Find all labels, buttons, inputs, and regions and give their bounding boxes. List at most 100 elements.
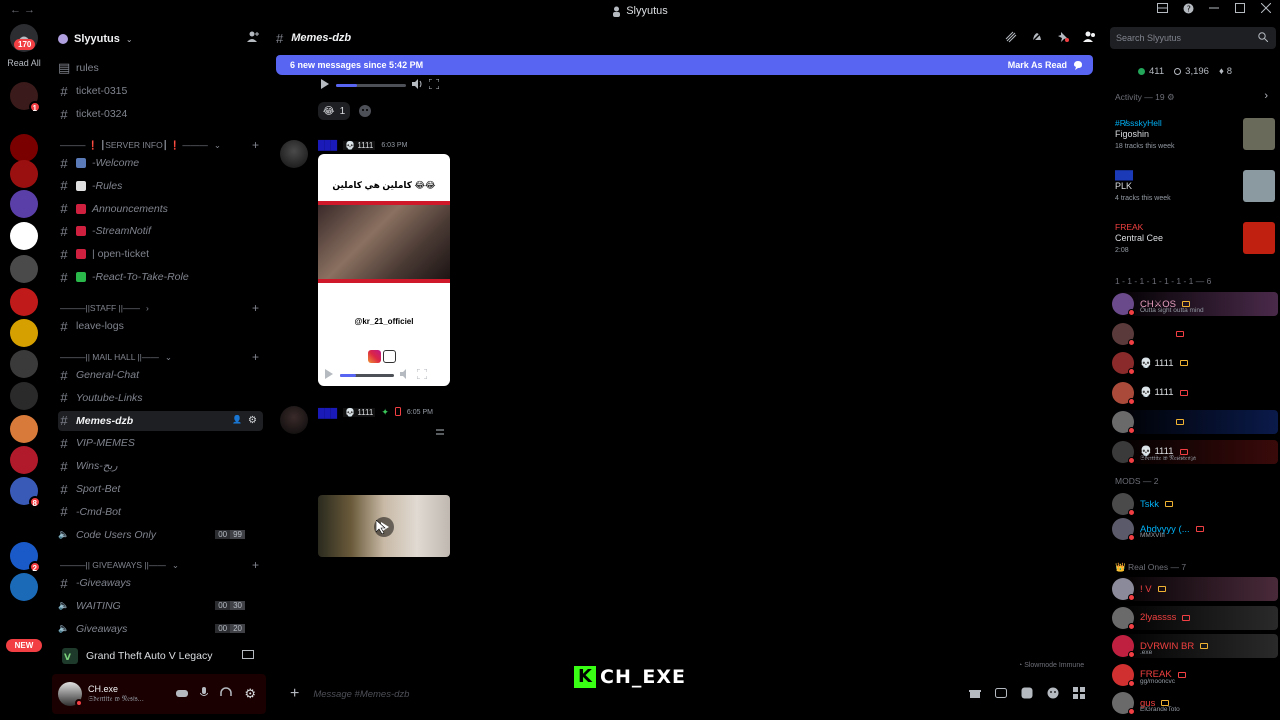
server-icon[interactable] — [10, 350, 38, 378]
channel-item[interactable]: # -Cmd-Bot — [58, 502, 263, 522]
notification-bell-muted-icon[interactable] — [1031, 30, 1043, 46]
settings-gear-icon[interactable]: ⚙ — [244, 686, 256, 702]
message-avatar[interactable] — [280, 406, 308, 434]
server-icon[interactable] — [10, 222, 38, 250]
server-icon[interactable] — [10, 255, 38, 283]
message-input[interactable] — [313, 688, 614, 700]
channel-item[interactable]: # -Welcome — [58, 153, 263, 173]
server-icon[interactable] — [10, 160, 38, 188]
channel-item[interactable]: 🔈 WAITING 00 30 — [58, 596, 263, 616]
new-messages-banner[interactable]: 6 new messages since 5:42 PM Mark As Rea… — [276, 55, 1093, 75]
gear-icon[interactable]: ⚙ — [248, 415, 257, 426]
add-member-icon[interactable] — [247, 31, 259, 45]
volume-icon[interactable] — [400, 368, 411, 382]
upload-plus-icon[interactable]: + — [290, 685, 299, 703]
add-reaction-icon[interactable] — [358, 104, 372, 118]
member-list-icon[interactable] — [1083, 31, 1096, 46]
member-item[interactable]: 💀 1111 — [1112, 381, 1278, 405]
stream-game-icon[interactable] — [242, 649, 254, 663]
apps-icon[interactable] — [1073, 686, 1085, 702]
activity-card[interactable]: ███ PLK 4 tracks this week — [1115, 170, 1275, 214]
maximize-icon[interactable] — [1234, 2, 1246, 14]
channel-item[interactable]: # -Rules — [58, 176, 263, 196]
member-item[interactable]: gus ElGrandeToto — [1112, 691, 1278, 715]
channel-item[interactable]: # Sport-Bet — [58, 479, 263, 499]
channel-item[interactable]: 🔈 Code Users Only 00 99 — [58, 525, 263, 545]
gear-icon[interactable]: ⚙ — [1167, 92, 1175, 102]
member-item[interactable] — [1112, 322, 1278, 346]
server-icon[interactable] — [10, 573, 38, 601]
sticker-icon[interactable] — [1021, 687, 1033, 702]
close-icon[interactable] — [1260, 2, 1272, 14]
headphones-icon[interactable] — [220, 687, 233, 701]
category-mail-hall[interactable]: ——— || MAIL HALL || —— ⌄ + — [60, 349, 265, 365]
member-item[interactable]: FREAK gg/mooncvc — [1112, 663, 1278, 687]
server-icon[interactable] — [10, 190, 38, 218]
server-icon[interactable] — [10, 415, 38, 443]
gift-icon[interactable] — [969, 687, 981, 702]
play-icon[interactable] — [320, 78, 330, 92]
channel-item[interactable]: # General-Chat — [58, 365, 263, 385]
server-icon[interactable]: 8 — [10, 477, 41, 508]
embed-collapse-icon[interactable] — [436, 425, 444, 439]
activity-section-title[interactable]: Activity — 19 ⚙ — [1115, 92, 1175, 103]
server-header[interactable]: Slyyutus ⌄ — [58, 30, 263, 48]
play-icon[interactable] — [324, 368, 334, 382]
add-channel-icon[interactable]: + — [252, 558, 259, 572]
mark-as-read-button[interactable]: Mark As Read — [1008, 60, 1083, 70]
channel-item[interactable]: # Youtube-Links — [58, 388, 263, 408]
emoji-icon[interactable] — [1047, 687, 1059, 702]
pinned-messages-icon[interactable] — [1057, 31, 1069, 46]
message-author[interactable]: ███ — [318, 408, 337, 418]
read-all-button[interactable]: Read All — [2, 58, 46, 68]
server-icon[interactable] — [10, 382, 38, 410]
game-activity-bar[interactable]: V Grand Theft Auto V Legacy — [52, 644, 266, 668]
channel-ticket-0324[interactable]: # ticket-0324 — [58, 104, 263, 124]
server-icon[interactable] — [10, 134, 38, 162]
search-bar[interactable] — [1110, 27, 1276, 49]
threads-icon[interactable] — [1005, 31, 1017, 46]
fullscreen-icon[interactable] — [428, 78, 440, 92]
activity-card[interactable]: #R̸ssskyHell Figoshin 18 tracks this week — [1115, 118, 1275, 162]
category-giveaways[interactable]: ——— || GIVEAWAYS || —— ⌄ + — [60, 557, 265, 573]
invite-icon[interactable]: 👤 — [232, 415, 242, 426]
channel-item[interactable]: # -StreamNotif — [58, 221, 263, 241]
channel-item[interactable]: # Announcements — [58, 199, 263, 219]
fullscreen-icon[interactable] — [416, 368, 428, 382]
channel-item[interactable]: 🔈 Giveaways 00 20 — [58, 619, 263, 639]
server-icon[interactable] — [10, 446, 38, 474]
member-item[interactable]: ! V — [1112, 577, 1278, 601]
channel-leave-logs[interactable]: # leave-logs — [58, 316, 263, 336]
video-attachment[interactable]: كاملين هي كاملين 😂😂 @kr_21_officiel — [318, 154, 450, 386]
channel-item[interactable]: # | open-ticket — [58, 244, 263, 264]
member-item[interactable]: Abdvyyy (... MMXVIII — [1112, 517, 1278, 541]
add-channel-icon[interactable]: + — [252, 301, 259, 315]
add-channel-icon[interactable]: + — [252, 138, 259, 152]
member-item[interactable]: 2lyassss — [1112, 605, 1278, 630]
gamepad-icon[interactable] — [176, 687, 189, 701]
channel-item[interactable]: # -Giveaways — [58, 573, 263, 593]
server-icon[interactable] — [10, 511, 38, 539]
member-item[interactable]: CH⚔OS Outta sight outta mind — [1112, 292, 1278, 316]
member-item[interactable]: Tskk — [1112, 492, 1278, 516]
category-server-info[interactable]: ——— ❗ ┃SERVER INFO┃ ❗ ——— ⌄ + — [60, 137, 265, 153]
channel-ticket-0315[interactable]: # ticket-0315 — [58, 81, 263, 101]
minimize-icon[interactable] — [1208, 2, 1220, 14]
member-item[interactable] — [1112, 410, 1278, 434]
message-author[interactable]: ███ — [318, 140, 337, 150]
channel-item[interactable]: # VIP-MEMES — [58, 433, 263, 453]
message-avatar[interactable] — [280, 140, 308, 168]
add-channel-icon[interactable]: + — [252, 350, 259, 364]
activity-card[interactable]: FREAK Central Cee 2:08 — [1115, 222, 1275, 266]
new-unreads-pill[interactable]: NEW — [6, 639, 42, 652]
member-item[interactable]: 💀 1111 — [1112, 351, 1278, 375]
server-icon[interactable]: 2 — [10, 542, 41, 573]
help-icon[interactable]: ? — [1182, 2, 1194, 14]
member-item[interactable]: DVRWIN BR .exe — [1112, 634, 1278, 658]
server-icon[interactable] — [10, 319, 38, 347]
channel-item[interactable]: # Wins-ربح — [58, 456, 263, 476]
video-progress[interactable] — [340, 373, 394, 377]
category-staff[interactable]: ——— ||STAFF || —— › + — [60, 300, 265, 316]
video-progress[interactable] — [336, 83, 406, 87]
chevron-right-icon[interactable]: › — [1264, 90, 1268, 102]
